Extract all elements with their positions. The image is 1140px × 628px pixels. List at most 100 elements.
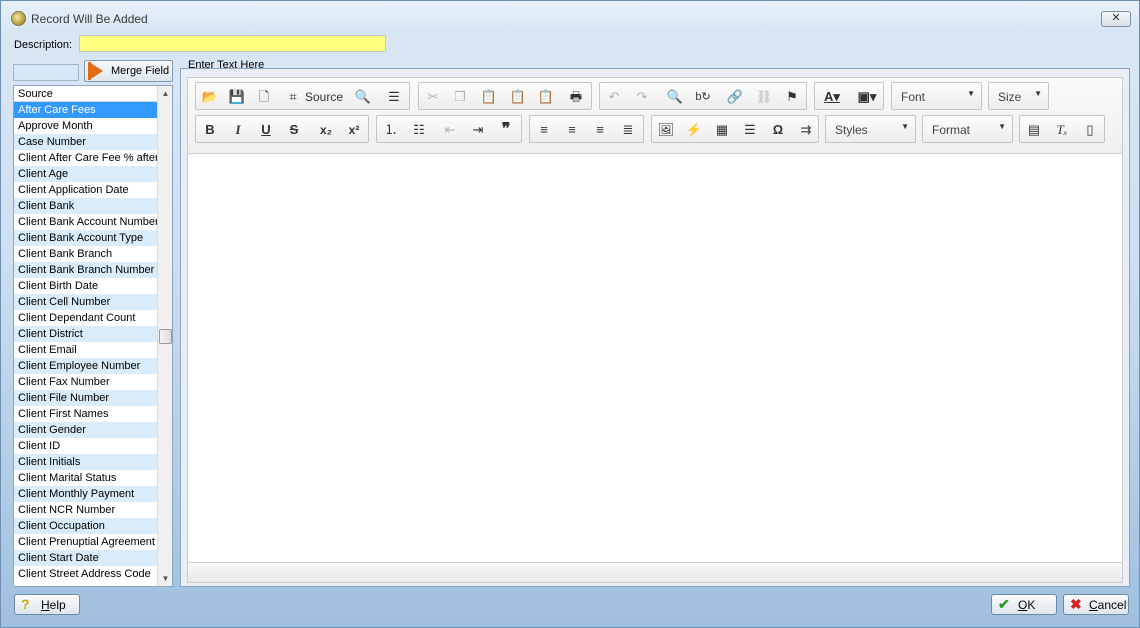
merge-arrow-icon-head [89,62,103,80]
page-break-icon[interactable]: ⇉ [795,120,817,140]
replace-icon[interactable]: b↻ [692,87,714,107]
list-item[interactable]: Client Birth Date [14,278,157,294]
undo-icon[interactable]: ↶ [603,87,625,107]
superscript-icon[interactable]: x² [343,120,365,140]
blockquote-icon[interactable]: ❞ [495,120,517,140]
image-icon[interactable]: 🖼 [655,120,677,140]
align-right-icon[interactable]: ≡ [589,120,611,140]
list-item[interactable]: Client Age [14,166,157,182]
anchor-flag-icon[interactable]: ⚑ [781,87,803,107]
list-item[interactable]: Client Bank Branch [14,246,157,262]
size-dropdown[interactable]: Size ▼ [988,82,1049,110]
align-justify-icon[interactable]: ≣ [617,120,639,140]
new-page-icon[interactable]: 🗋 [253,87,275,107]
templates-icon[interactable]: ☰ [383,87,405,107]
increase-indent-icon[interactable]: ⇥ [467,120,489,140]
list-item[interactable]: Client Start Date [14,550,157,566]
remove-format-icon[interactable]: Tₓ [1051,120,1073,140]
toolbar-group-edit: ↶ ↷ 🔍 b↻ 🔗 ⛓ ⚑ [599,82,807,110]
list-item[interactable]: Client Cell Number [14,294,157,310]
paste-text-icon[interactable]: 📋 [507,87,529,107]
scroll-up-arrow-icon[interactable]: ▲ [158,86,172,101]
list-item[interactable]: Approve Month [14,118,157,134]
table-icon[interactable]: ▦ [711,120,733,140]
bold-icon[interactable]: B [199,120,221,140]
scroll-thumb[interactable] [159,329,172,344]
save-icon[interactable]: 💾 [226,87,248,107]
print-icon[interactable]: 🖶 [565,87,587,107]
list-item[interactable]: Client Bank Account Type [14,230,157,246]
font-dropdown[interactable]: Font ▼ [891,82,982,110]
list-item[interactable]: Client Monthly Payment [14,486,157,502]
editor-content-area[interactable] [188,154,1122,563]
flash-icon[interactable]: ⚡ [683,120,705,140]
copy-icon[interactable]: ❐ [449,87,471,107]
redo-icon[interactable]: ↷ [631,87,653,107]
description-input[interactable] [79,35,386,52]
source-button[interactable]: Source [302,87,346,107]
decrease-indent-icon[interactable]: ⇤ [439,120,461,140]
merge-field-button[interactable]: Merge Field [84,60,173,82]
maximize-icon[interactable]: ▯ [1079,120,1101,140]
list-item[interactable]: Client File Number [14,390,157,406]
list-item[interactable]: Client Application Date [14,182,157,198]
list-item[interactable]: Client Prenuptial Agreement [14,534,157,550]
list-item[interactable]: Client Bank Account Number [14,214,157,230]
numbered-list-icon[interactable]: ⒈ [380,120,402,140]
list-item[interactable]: After Care Fees [14,102,157,118]
strikethrough-icon[interactable]: S [283,120,305,140]
paste-icon[interactable]: 📋 [478,87,500,107]
source-icon[interactable]: ⌗ [282,87,304,107]
unlink-icon[interactable]: ⛓ [753,87,775,107]
merge-field-list[interactable]: Source After Care Fees Approve Month Case … [13,85,173,587]
list-header-source[interactable]: Source [14,86,157,102]
paste-word-icon[interactable]: 📋 [535,87,557,107]
list-item[interactable]: Client NCR Number [14,502,157,518]
format-dropdown[interactable]: Format ▼ [922,115,1013,143]
list-scrollbar[interactable]: ▲ ▼ [157,86,172,586]
list-item[interactable]: Case Number [14,134,157,150]
editor-toolbar: 📂 💾 🗋 ⌗ Source 🔍 ☰ ✂ ❐ 📋 📋 📋 🖶 ↶ ↷ 🔍 b↻ … [188,78,1122,154]
background-color-icon[interactable]: ▣▾ [853,87,881,107]
find-icon[interactable]: 🔍 [664,87,686,107]
cancel-button[interactable]: ✖ Cancel [1063,594,1129,615]
toolbar-group-paragraph: ⒈ ☷ ⇤ ⇥ ❞ [376,115,522,143]
open-folder-icon[interactable]: 📂 [199,87,221,107]
link-icon[interactable]: 🔗 [724,87,746,107]
list-item[interactable]: Client Dependant Count [14,310,157,326]
align-left-icon[interactable]: ≡ [533,120,555,140]
cut-icon[interactable]: ✂ [422,87,444,107]
preview-icon[interactable]: 🔍 [352,87,374,107]
list-item[interactable]: Client First Names [14,406,157,422]
list-item[interactable]: Client After Care Fee % after 2 [14,150,157,166]
list-item[interactable]: Client Email [14,342,157,358]
merge-field-input[interactable] [13,64,79,81]
ok-button[interactable]: ✔ OK [991,594,1057,615]
select-all-icon[interactable]: ▤ [1023,120,1045,140]
subscript-icon[interactable]: x₂ [315,120,337,140]
list-item[interactable]: Client Gender [14,422,157,438]
help-icon: ? [21,596,30,612]
close-button[interactable]: ✕ [1101,11,1131,27]
styles-dropdown[interactable]: Styles ▼ [825,115,916,143]
scroll-down-arrow-icon[interactable]: ▼ [158,571,172,586]
list-item[interactable]: Client Bank Branch Number [14,262,157,278]
list-item[interactable]: Client Employee Number [14,358,157,374]
horizontal-rule-icon[interactable]: ☰ [739,120,761,140]
help-button[interactable]: ? Help [14,594,80,615]
list-item[interactable]: Client District [14,326,157,342]
align-center-icon[interactable]: ≡ [561,120,583,140]
list-item[interactable]: Client Marital Status [14,470,157,486]
dialog-window: Record Will Be Added ✕ Description: Merg… [0,0,1140,628]
list-item[interactable]: Client ID [14,438,157,454]
text-color-icon[interactable]: A▾ [819,87,845,107]
list-item[interactable]: Client Bank [14,198,157,214]
italic-icon[interactable]: I [227,120,249,140]
bulleted-list-icon[interactable]: ☷ [408,120,430,140]
underline-icon[interactable]: U [255,120,277,140]
list-item[interactable]: Client Fax Number [14,374,157,390]
list-item[interactable]: Client Street Address Code [14,566,157,582]
special-char-omega-icon[interactable]: Ω [767,120,789,140]
list-item[interactable]: Client Occupation [14,518,157,534]
list-item[interactable]: Client Initials [14,454,157,470]
